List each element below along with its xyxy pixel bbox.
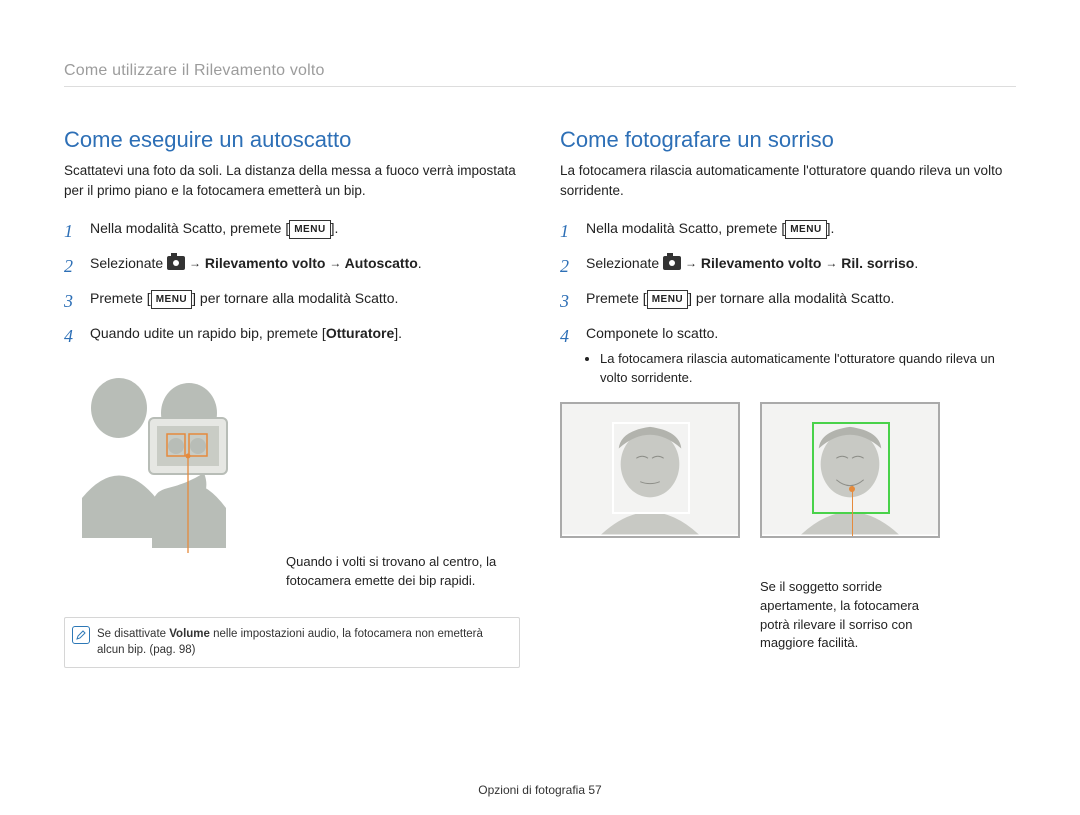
page-footer: Opzioni di fotografia 57 [0,783,1080,797]
note-part-bold: Volume [169,628,210,640]
intro-autoscatto: Scattatevi una foto da soli. La distanza… [64,161,520,200]
camera-icon [167,256,185,270]
face-detect-frame-green [812,422,890,514]
step-text: Nella modalità Scatto, premete [ [90,220,289,236]
footer-text: Opzioni di fotografia [478,783,588,797]
step-text-bold: Rilevamento volto [201,255,329,271]
step-text: ]. [827,220,835,236]
sub-bullet: La fotocamera rilascia automaticamente l… [586,350,1016,388]
arrow-icon: → [329,256,341,270]
note-icon [65,618,97,667]
step-4: Componete lo scatto. La fotocamera rilas… [560,323,1016,388]
smile-caption-row: Se il soggetto sorride apertamente, la f… [560,578,1016,653]
step-text: Premete [ [586,290,647,306]
col-autoscatto: Come eseguire un autoscatto Scattatevi u… [64,127,520,668]
step-text: ]. [394,325,402,341]
content-columns: Come eseguire un autoscatto Scattatevi u… [64,127,1016,668]
smile-shots-row [560,402,1016,538]
breadcrumb: Come utilizzare il Rilevamento volto [64,62,1016,87]
section-title-sorriso: Come fotografare un sorriso [560,127,1016,153]
step-text: Componete lo scatto. [586,325,718,341]
smile-caption: Se il soggetto sorride apertamente, la f… [760,578,950,653]
manual-page: Come utilizzare il Rilevamento volto Com… [0,0,1080,708]
step-text: ] per tornare alla modalità Scatto. [688,290,894,306]
col-sorriso: Come fotografare un sorriso La fotocamer… [560,127,1016,668]
menu-label: MENU [151,290,192,309]
menu-label: MENU [647,290,688,309]
step-text-bold: Otturatore [326,325,394,341]
shot-neutral [560,402,740,538]
step-text: ]. [331,220,339,236]
step-1: Nella modalità Scatto, premete [MENU]. [64,218,520,239]
note-box: Se disattivate Volume nelle impostazioni… [64,617,520,668]
step-1: Nella modalità Scatto, premete [MENU]. [560,218,1016,239]
shot-smiling [760,402,940,538]
callout-pointer [852,486,853,538]
arrow-icon: → [825,256,837,270]
camera-icon [663,256,681,270]
step-text: Quando udite un rapido bip, premete [ [90,325,326,341]
section-title-autoscatto: Come eseguire un autoscatto [64,127,520,153]
face-detect-frame-white [612,422,690,514]
selfie-illustration [64,358,264,591]
step-4: Quando udite un rapido bip, premete [Ott… [64,323,520,344]
note-part: Se disattivate [97,628,169,640]
menu-label: MENU [289,220,330,239]
step-2: Selezionate → Rilevamento volto → Autosc… [64,253,520,274]
illustration-caption: Quando i volti si trovano al centro, la … [286,358,506,591]
arrow-icon: → [189,256,201,270]
step-text-bold: Rilevamento volto [697,255,825,271]
step-text-bold: Ril. sorriso [837,255,914,271]
menu-label: MENU [785,220,826,239]
note-text: Se disattivate Volume nelle impostazioni… [97,618,519,667]
sub-bullet-item: La fotocamera rilascia automaticamente l… [600,350,1016,388]
step-text: Selezionate [586,255,663,271]
arrow-icon: → [685,256,697,270]
step-3: Premete [MENU] per tornare alla modalità… [64,288,520,309]
step-text: Nella modalità Scatto, premete [ [586,220,785,236]
step-text: ] per tornare alla modalità Scatto. [192,290,398,306]
step-text: Premete [ [90,290,151,306]
step-2: Selezionate → Rilevamento volto → Ril. s… [560,253,1016,274]
step-text: . [914,255,918,271]
pencil-note-icon [72,626,90,644]
step-3: Premete [MENU] per tornare alla modalità… [560,288,1016,309]
step-text: Selezionate [90,255,167,271]
step-text-bold: Autoscatto [341,255,417,271]
steps-autoscatto: Nella modalità Scatto, premete [MENU]. S… [64,218,520,344]
intro-sorriso: La fotocamera rilascia automaticamente l… [560,161,1016,200]
illustration-wrap: Quando i volti si trovano al centro, la … [64,358,520,591]
page-number: 57 [588,783,601,797]
steps-sorriso: Nella modalità Scatto, premete [MENU]. S… [560,218,1016,388]
step-text: . [418,255,422,271]
